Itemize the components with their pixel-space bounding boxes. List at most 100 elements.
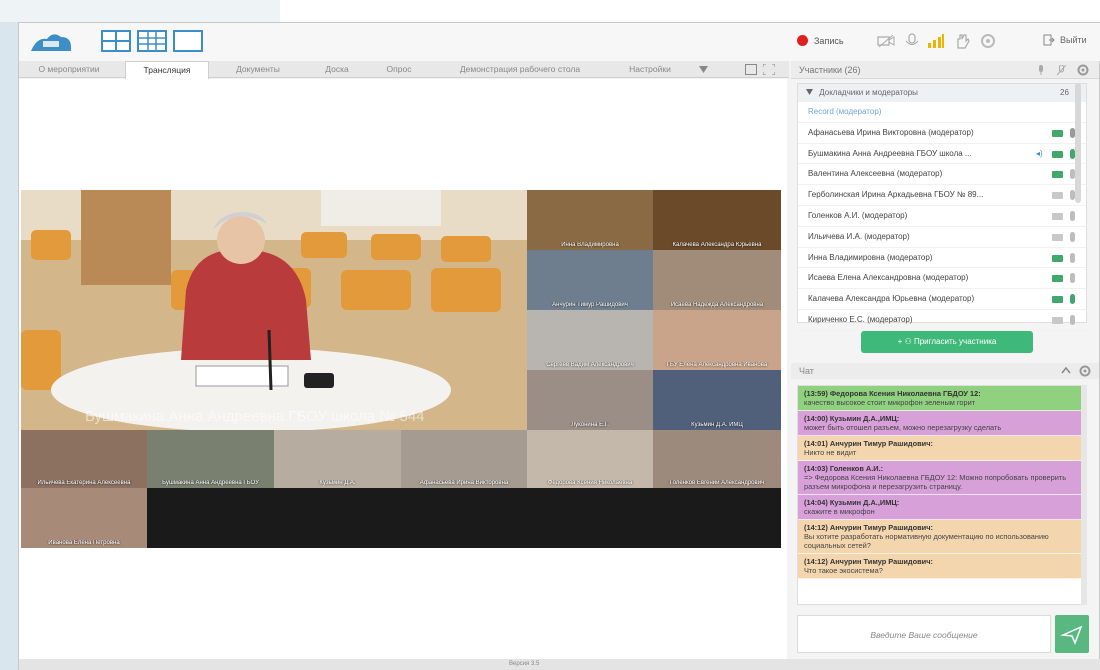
- chat-title: Чат: [799, 366, 814, 376]
- participants-scrollbar[interactable]: [1075, 83, 1081, 203]
- broadcast-panel: Бушмакина Анна Андреевна ГБОУ школа № 54…: [19, 79, 787, 659]
- record-label: Запись: [814, 35, 844, 46]
- main-video-frame: [21, 190, 527, 430]
- send-message-button[interactable]: [1055, 615, 1089, 653]
- chat-message-text: Вы хотите разработать нормативную докуме…: [804, 532, 1049, 550]
- participant-row[interactable]: Инна Владимировна (модератор): [798, 248, 1086, 269]
- video-thumb[interactable]: Сергеев Вадим Александрович: [527, 310, 653, 370]
- thumb-name: Кузьмин Д.А. ИМЦ: [691, 422, 743, 428]
- invite-participant-button[interactable]: + ⚇ Пригласить участника: [861, 331, 1033, 353]
- video-thumb[interactable]: Исаева Надежда Александровна: [653, 250, 781, 310]
- chat-settings-icon[interactable]: [1079, 365, 1091, 377]
- thumb-name: Иванова Елена Петровна: [48, 540, 120, 546]
- chat-message: (14:01) Анчурин Тимур Рашидович: Никто не…: [798, 436, 1086, 461]
- chat-panel: Чат (13:59) Федорова Ксения Николаевна Г…: [791, 363, 1099, 659]
- participant-row[interactable]: Бушмакина Анна Андреевна ГБОУ школа ... ◂…: [798, 144, 1086, 165]
- video-thumb[interactable]: ГБУ Елена Александровна Иванова: [653, 310, 781, 370]
- participants-header: Участники (26): [791, 61, 1099, 79]
- video-thumb[interactable]: Бушмакина Анна Андреевна ГБОУ: [147, 430, 274, 488]
- chat-scrollbar[interactable]: [1081, 385, 1087, 605]
- tab-settings[interactable]: Настройки: [613, 61, 687, 78]
- thumb-name: Исаева Надежда Александровна: [670, 302, 764, 308]
- microphone-icon[interactable]: [903, 33, 921, 49]
- participant-name: Афанасьева Ирина Викторовна (модератор): [808, 127, 974, 137]
- participant-row[interactable]: Ильичева И.А. (модератор): [798, 227, 1086, 248]
- record-dot-icon: [797, 35, 808, 46]
- exit-button[interactable]: Выйти: [1043, 34, 1087, 46]
- layout-single-icon[interactable]: [173, 30, 203, 52]
- thumb-name: Анчурин Тимур Рашидович: [552, 302, 628, 308]
- participant-name: Бушмакина Анна Андреевна ГБОУ школа ...: [808, 148, 972, 158]
- participant-row[interactable]: Голенков А.И. (модератор): [798, 206, 1086, 227]
- record-button[interactable]: Запись: [797, 35, 844, 46]
- participant-name: Кириченко Е.С. (модератор): [808, 314, 913, 324]
- participant-name: Герболинская Ирина Аркадьевна ГБОУ № 89.…: [808, 190, 984, 200]
- settings-gear-icon[interactable]: [979, 33, 997, 49]
- chevron-up-icon[interactable]: [1061, 367, 1071, 374]
- webinar-app: Запись Выйти О мероприятии Трансляция До…: [18, 22, 1100, 670]
- window-mode-icon[interactable]: [745, 64, 757, 75]
- camera-off-icon: [1052, 212, 1063, 220]
- video-thumb[interactable]: Инна Владимировна: [527, 190, 653, 250]
- participant-row[interactable]: Афанасьева Ирина Викторовна (модератор): [798, 123, 1086, 144]
- chat-message: (14:04) Кузьмин Д.А.,ИМЦ: скажите в микро…: [798, 495, 1086, 520]
- status-bar: Версия 3.5: [19, 659, 1100, 670]
- thumb-name: ГБУ Елена Александровна Иванова: [666, 362, 768, 368]
- main-speaker-video[interactable]: Бушмакина Анна Андреевна ГБОУ школа № 54…: [21, 190, 527, 430]
- tab-documents[interactable]: Документы: [219, 61, 297, 78]
- mic-icon: [1070, 252, 1075, 263]
- video-grid: Бушмакина Анна Андреевна ГБОУ школа № 54…: [21, 190, 781, 548]
- chat-message-text: Что такое экосистема?: [804, 566, 883, 575]
- mic-icon: [1070, 231, 1075, 242]
- video-thumb[interactable]: Луконина Е.Г.: [527, 370, 653, 430]
- group-speakers-moderators[interactable]: Докладчики и модераторы 26: [798, 84, 1086, 102]
- top-toolbar: Запись Выйти: [19, 23, 1100, 61]
- layout-grid-2-icon[interactable]: [101, 30, 131, 52]
- raise-hand-icon[interactable]: [953, 33, 971, 49]
- chat-messages: (13:59) Федорова Ксения Николаевна ГБДОУ…: [797, 385, 1087, 605]
- camera-on-icon: [1052, 254, 1063, 262]
- participant-row[interactable]: Калачева Александра Юрьевна (модератор): [798, 289, 1086, 310]
- camera-on-icon: [1052, 129, 1063, 137]
- participant-name: Валентина Алексеевна (модератор): [808, 169, 943, 179]
- thumb-name: Голенков Евгений Александрович: [669, 480, 765, 486]
- thumb-name: Калачева Александра Юрьевна: [672, 242, 762, 248]
- participant-row[interactable]: Герболинская Ирина Аркадьевна ГБОУ № 89.…: [798, 185, 1086, 206]
- video-thumb[interactable]: Федорова Ксения Николаевна: [527, 430, 653, 488]
- tab-board[interactable]: Доска: [307, 61, 367, 78]
- video-thumb[interactable]: Иванова Елена Петровна: [21, 488, 147, 548]
- tab-bar: О мероприятии Трансляция Документы Доска…: [19, 61, 789, 79]
- video-thumb[interactable]: Калачева Александра Юрьевна: [653, 190, 781, 250]
- participant-row[interactable]: Record (модератор): [798, 102, 1086, 123]
- chat-header: Чат: [791, 363, 1099, 379]
- tab-poll[interactable]: Опрос: [371, 61, 427, 78]
- participant-row[interactable]: Исаева Елена Александровна (модератор): [798, 268, 1086, 290]
- mic-icon: [1070, 294, 1075, 305]
- exit-icon: [1043, 34, 1055, 46]
- thumb-name: Сергеев Вадим Александрович: [546, 362, 634, 368]
- chat-message-input[interactable]: Введите Ваше сообщение: [797, 615, 1051, 653]
- video-thumb[interactable]: Анчурин Тимур Рашидович: [527, 250, 653, 310]
- video-thumb[interactable]: Ильичева Екатерина Алексеевна: [21, 430, 147, 488]
- video-thumb[interactable]: Кузьмин Д.А. ИМЦ: [653, 370, 781, 430]
- participant-row[interactable]: Валентина Алексеевна (модератор): [798, 164, 1086, 186]
- participants-settings-icon[interactable]: [1077, 64, 1089, 76]
- mic-mute-all-icon[interactable]: [1057, 65, 1066, 76]
- participant-row[interactable]: Кириченко Е.С. (модератор): [798, 310, 1086, 331]
- mic-all-icon[interactable]: [1037, 65, 1045, 76]
- camera-off-icon: [1052, 233, 1063, 241]
- tab-broadcast[interactable]: Трансляция: [125, 61, 209, 79]
- participant-name: Ильичева И.А. (модератор): [808, 231, 910, 241]
- fullscreen-icon[interactable]: [763, 64, 775, 75]
- tabs-dropdown-icon[interactable]: [699, 66, 708, 73]
- tab-screen-share[interactable]: Демонстрация рабочего стола: [435, 61, 605, 78]
- layout-grid-3-icon[interactable]: [137, 30, 167, 52]
- video-thumb[interactable]: Кузьмин Д.А.: [274, 430, 401, 488]
- camera-off-icon: [1052, 192, 1063, 200]
- signal-strength-icon[interactable]: [927, 33, 945, 49]
- tab-about[interactable]: О мероприятии: [19, 61, 119, 78]
- camera-off-icon[interactable]: [877, 33, 895, 49]
- video-thumb[interactable]: Афанасьева Ирина Викторовна: [401, 430, 527, 488]
- chat-message-text: может быть отошел разъем, можно перезагр…: [804, 423, 1002, 432]
- video-thumb[interactable]: Голенков Евгений Александрович: [653, 430, 781, 488]
